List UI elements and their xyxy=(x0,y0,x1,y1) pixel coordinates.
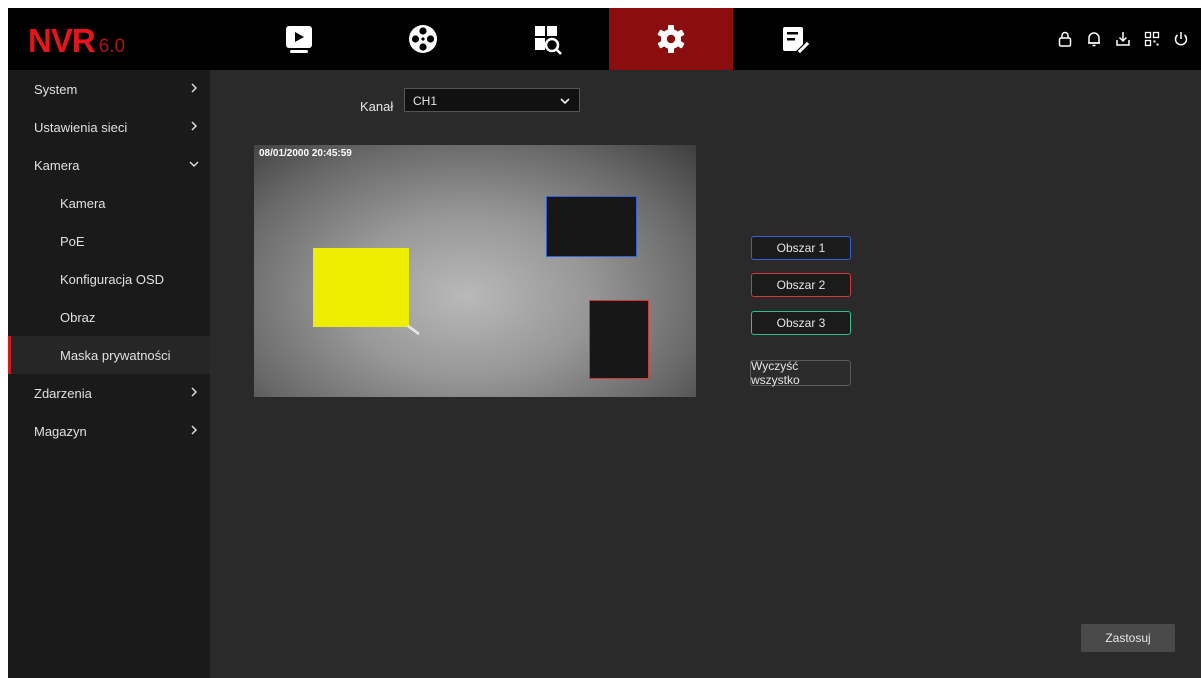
sidebar-item-privacy-mask[interactable]: Maska prywatności xyxy=(8,336,210,374)
logo-version: 6.0 xyxy=(98,36,126,57)
download-icon xyxy=(1115,32,1130,46)
system-icons xyxy=(1050,26,1195,52)
sidebar-item-network[interactable]: Ustawienia sieci xyxy=(8,108,210,146)
mask-area-1[interactable] xyxy=(546,196,637,257)
nvr-app: NVR 6.0 System Ustawienia sieci Kamera K… xyxy=(8,8,1201,678)
sidebar-item-label: Konfiguracja OSD xyxy=(60,271,165,287)
chevron-right-icon xyxy=(191,83,198,93)
sidebar-item-label: Ustawienia sieci xyxy=(34,119,128,135)
logo-text: NVR xyxy=(28,22,96,59)
sidebar-item-label: PoE xyxy=(60,233,85,249)
chevron-right-icon xyxy=(191,425,198,435)
backup-button[interactable] xyxy=(1108,26,1137,52)
sidebar-item-label: Obraz xyxy=(60,309,96,325)
main-panel: Kanał CH1 08/01/2000 20:45:59 Obszar 1 O… xyxy=(210,70,1201,678)
sidebar-item-label: Kamera xyxy=(34,157,80,173)
film-reel-icon xyxy=(409,25,437,53)
playback-icon xyxy=(286,26,312,53)
lock-icon xyxy=(1058,31,1071,47)
resize-handle-icon[interactable] xyxy=(407,325,421,335)
gear-icon xyxy=(657,25,685,53)
sidebar-item-label: Kamera xyxy=(60,195,106,211)
sidebar-item-poe[interactable]: PoE xyxy=(8,222,210,260)
clear-all-button[interactable]: Wyczyść wszystko xyxy=(750,359,851,387)
sidebar-item-storage[interactable]: Magazyn xyxy=(8,412,210,450)
sidebar-item-system[interactable]: System xyxy=(8,70,210,108)
mask-area-2[interactable] xyxy=(589,300,649,379)
tab-record[interactable] xyxy=(361,8,485,70)
apply-button[interactable]: Zastosuj xyxy=(1081,624,1175,652)
sidebar-item-label: Zdarzenia xyxy=(34,385,92,401)
camera-preview[interactable]: 08/01/2000 20:45:59 xyxy=(254,145,696,397)
power-icon xyxy=(1174,32,1187,46)
channel-select[interactable]: CH1 xyxy=(404,88,580,112)
area-3-label: Obszar 3 xyxy=(776,316,826,330)
alarm-button[interactable] xyxy=(1079,26,1108,52)
top-bar: NVR 6.0 xyxy=(8,8,1201,70)
chevron-down-icon xyxy=(189,161,199,168)
sidebar-item-label: System xyxy=(34,81,78,97)
tab-maintenance[interactable] xyxy=(733,8,857,70)
logo: NVR 6.0 xyxy=(28,22,125,60)
tab-search[interactable] xyxy=(485,8,609,70)
sidebar: System Ustawienia sieci Kamera Kamera Po… xyxy=(8,70,210,678)
apply-label: Zastosuj xyxy=(1105,631,1151,645)
tab-settings[interactable] xyxy=(609,8,733,70)
sidebar-item-image[interactable]: Obraz xyxy=(8,298,210,336)
sidebar-item-camera-sub[interactable]: Kamera xyxy=(8,184,210,222)
power-button[interactable] xyxy=(1166,26,1195,52)
qr-code-icon xyxy=(1144,31,1159,47)
chevron-right-icon xyxy=(191,387,198,397)
osd-timestamp: 08/01/2000 20:45:59 xyxy=(259,148,352,159)
clear-all-label: Wyczyść wszystko xyxy=(751,359,800,387)
area-1-button[interactable]: Obszar 1 xyxy=(751,236,851,260)
maintenance-icon xyxy=(783,27,811,55)
qr-button[interactable] xyxy=(1137,26,1166,52)
sidebar-item-events[interactable]: Zdarzenia xyxy=(8,374,210,412)
file-search-icon xyxy=(535,26,562,55)
sidebar-item-osd[interactable]: Konfiguracja OSD xyxy=(8,260,210,298)
lock-button[interactable] xyxy=(1050,26,1079,52)
mask-active-area[interactable] xyxy=(313,248,409,327)
area-1-label: Obszar 1 xyxy=(776,241,826,255)
area-2-button[interactable]: Obszar 2 xyxy=(751,273,851,297)
sidebar-item-camera[interactable]: Kamera xyxy=(8,146,210,184)
area-2-label: Obszar 2 xyxy=(776,278,826,292)
tab-playback[interactable] xyxy=(237,8,361,70)
chevron-down-icon xyxy=(560,98,570,105)
bell-icon xyxy=(1087,32,1100,47)
chevron-right-icon xyxy=(191,121,198,131)
area-3-button[interactable]: Obszar 3 xyxy=(751,311,851,335)
channel-value: CH1 xyxy=(413,94,438,108)
sidebar-item-label: Maska prywatności xyxy=(60,347,171,363)
sidebar-item-label: Magazyn xyxy=(34,423,87,439)
channel-label: Kanał xyxy=(360,99,394,114)
